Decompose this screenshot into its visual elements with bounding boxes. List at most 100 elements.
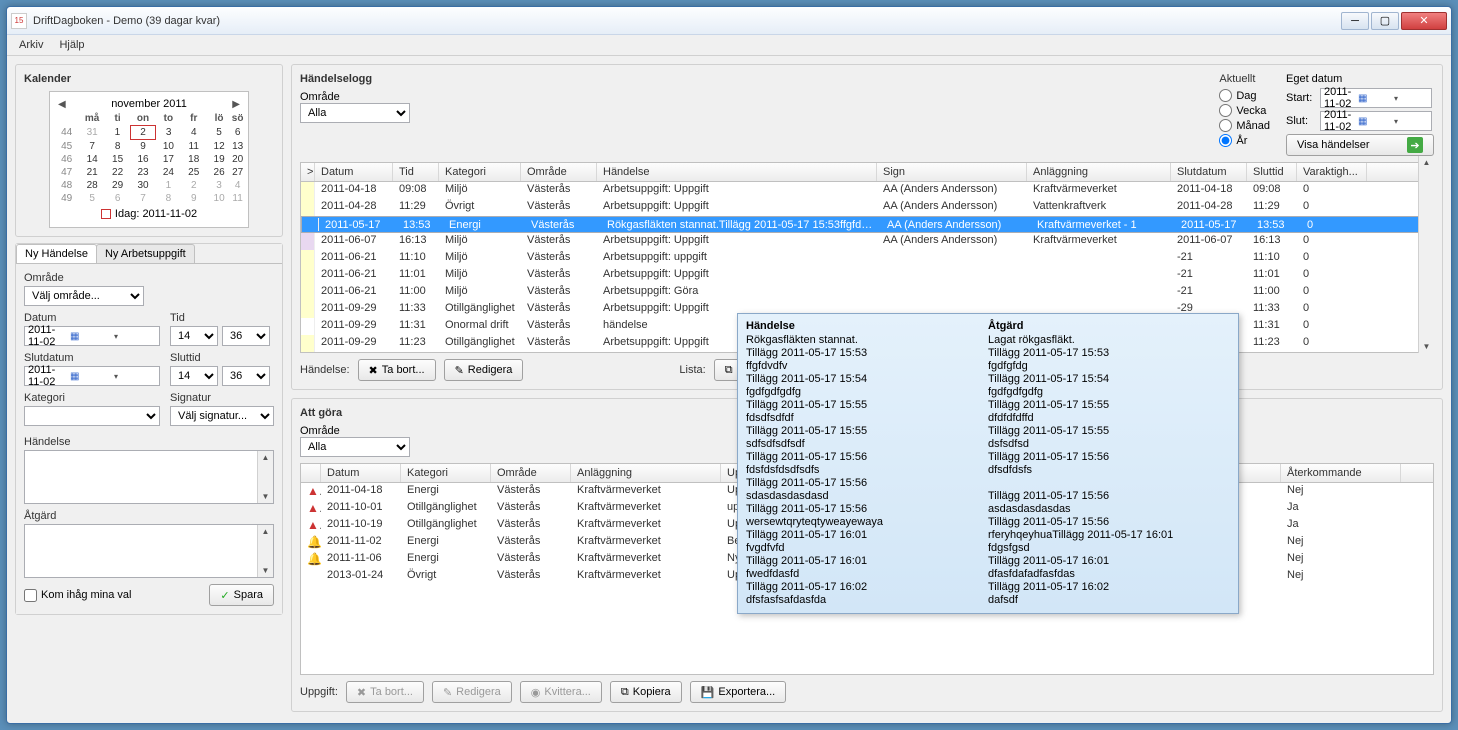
cal-day[interactable]: 25 bbox=[181, 166, 206, 179]
export-task-button[interactable]: 💾Exportera... bbox=[690, 681, 787, 703]
scrollbar[interactable] bbox=[257, 451, 273, 503]
cal-day[interactable]: 4 bbox=[181, 126, 206, 140]
cal-day[interactable]: 13 bbox=[232, 140, 244, 154]
edit-event-button[interactable]: ✎Redigera bbox=[444, 359, 524, 381]
log-col-header[interactable]: Händelse bbox=[597, 163, 877, 181]
close-button[interactable]: ✕ bbox=[1401, 12, 1447, 30]
slut-date-input[interactable]: 2011-11-02▦▾ bbox=[1320, 111, 1432, 131]
log-col-header[interactable]: Slutdatum bbox=[1171, 163, 1247, 181]
cal-day[interactable]: 31 bbox=[79, 126, 105, 140]
cal-day[interactable]: 11 bbox=[181, 140, 206, 154]
todo-col-header[interactable]: Återkommande bbox=[1281, 464, 1401, 482]
todo-col-header[interactable]: Område bbox=[491, 464, 571, 482]
radio-vecka[interactable]: Vecka bbox=[1219, 104, 1270, 117]
scrollbar[interactable] bbox=[257, 525, 273, 577]
cal-day[interactable]: 27 bbox=[232, 166, 244, 179]
log-col-header[interactable]: Datum bbox=[315, 163, 393, 181]
menu-arkiv[interactable]: Arkiv bbox=[19, 39, 43, 51]
radio-ar[interactable]: År bbox=[1219, 134, 1270, 147]
cal-day[interactable]: 21 bbox=[79, 166, 105, 179]
log-col-header[interactable]: Anläggning bbox=[1027, 163, 1171, 181]
start-date-input[interactable]: 2011-11-02▦▾ bbox=[1320, 88, 1432, 108]
cal-day[interactable]: 19 bbox=[206, 153, 231, 166]
copy-task-button[interactable]: ⧉Kopiera bbox=[610, 681, 682, 703]
cal-day[interactable]: 17 bbox=[156, 153, 181, 166]
minimize-button[interactable]: ─ bbox=[1341, 12, 1369, 30]
cal-day[interactable]: 3 bbox=[206, 179, 231, 192]
cal-day[interactable]: 6 bbox=[105, 192, 130, 205]
cal-day[interactable]: 16 bbox=[130, 153, 155, 166]
log-row[interactable]: 2011-04-2811:29ÖvrigtVästeråsArbetsuppgi… bbox=[301, 199, 1433, 216]
omrade-select[interactable]: Välj område... bbox=[24, 286, 144, 306]
cal-day[interactable]: 5 bbox=[79, 192, 105, 205]
log-col-header[interactable]: > bbox=[301, 163, 315, 181]
cal-day[interactable]: 9 bbox=[130, 140, 155, 154]
cal-day[interactable]: 10 bbox=[206, 192, 231, 205]
scrollbar[interactable] bbox=[1418, 156, 1434, 353]
cal-day[interactable]: 22 bbox=[105, 166, 130, 179]
delete-task-button[interactable]: ✖Ta bort... bbox=[346, 681, 424, 703]
ack-task-button[interactable]: ◉Kvittera... bbox=[520, 681, 602, 703]
handelse-textarea[interactable] bbox=[24, 450, 274, 504]
log-row[interactable]: 2011-04-1809:08MiljöVästeråsArbetsuppgif… bbox=[301, 182, 1433, 199]
cal-day[interactable]: 2 bbox=[130, 126, 155, 140]
cal-day[interactable]: 11 bbox=[232, 192, 244, 205]
log-row[interactable]: 2011-06-2111:01MiljöVästeråsArbetsuppgif… bbox=[301, 267, 1433, 284]
menu-hjalp[interactable]: Hjälp bbox=[59, 39, 84, 51]
cal-day[interactable]: 12 bbox=[206, 140, 231, 154]
cal-day[interactable]: 8 bbox=[156, 192, 181, 205]
log-row[interactable]: 2011-05-1713:53EnergiVästeråsRökgasfläkt… bbox=[301, 216, 1433, 233]
cal-day[interactable]: 24 bbox=[156, 166, 181, 179]
cal-day[interactable]: 23 bbox=[130, 166, 155, 179]
log-col-header[interactable]: Tid bbox=[393, 163, 439, 181]
cal-day[interactable]: 15 bbox=[105, 153, 130, 166]
sluttid-hour[interactable]: 14 bbox=[170, 366, 218, 386]
show-events-button[interactable]: Visa händelser➔ bbox=[1286, 134, 1434, 156]
cal-day[interactable]: 5 bbox=[206, 126, 231, 140]
cal-day[interactable]: 29 bbox=[105, 179, 130, 192]
kategori-select[interactable] bbox=[24, 406, 160, 426]
log-row[interactable]: 2011-06-2111:00MiljöVästeråsArbetsuppgif… bbox=[301, 284, 1433, 301]
cal-prev-icon[interactable]: ◀ bbox=[58, 99, 66, 110]
cal-day[interactable]: 14 bbox=[79, 153, 105, 166]
todo-col-header[interactable]: Anläggning bbox=[571, 464, 721, 482]
log-omrade-select[interactable]: Alla bbox=[300, 103, 410, 123]
log-col-header[interactable]: Sluttid bbox=[1247, 163, 1297, 181]
cal-day[interactable]: 18 bbox=[181, 153, 206, 166]
cal-day[interactable]: 1 bbox=[105, 126, 130, 140]
cal-day[interactable]: 9 bbox=[181, 192, 206, 205]
cal-day[interactable]: 7 bbox=[79, 140, 105, 154]
maximize-button[interactable]: ▢ bbox=[1371, 12, 1399, 30]
log-row[interactable]: 2011-06-2111:10MiljöVästeråsArbetsuppgif… bbox=[301, 250, 1433, 267]
signatur-select[interactable]: Välj signatur... bbox=[170, 406, 274, 426]
log-col-header[interactable]: Varaktigh... bbox=[1297, 163, 1367, 181]
log-col-header[interactable]: Kategori bbox=[439, 163, 521, 181]
slutdatum-input[interactable]: 2011-11-02▦▾ bbox=[24, 366, 160, 386]
cal-day[interactable]: 3 bbox=[156, 126, 181, 140]
log-col-header[interactable]: Område bbox=[521, 163, 597, 181]
cal-day[interactable]: 28 bbox=[79, 179, 105, 192]
todo-omrade-select[interactable]: Alla bbox=[300, 437, 410, 457]
cal-day[interactable]: 2 bbox=[181, 179, 206, 192]
calendar-widget[interactable]: ◀ november 2011 ▶ måtiontofrlösö 4431123… bbox=[49, 91, 249, 228]
cal-day[interactable]: 20 bbox=[232, 153, 244, 166]
todo-col-header[interactable]: Datum bbox=[321, 464, 401, 482]
cal-day[interactable]: 10 bbox=[156, 140, 181, 154]
todo-col-header[interactable] bbox=[301, 464, 321, 482]
tid-min[interactable]: 36 bbox=[222, 326, 270, 346]
tab-ny-handelse[interactable]: Ny Händelse bbox=[16, 244, 97, 263]
tid-hour[interactable]: 14 bbox=[170, 326, 218, 346]
cal-day[interactable]: 26 bbox=[206, 166, 231, 179]
cal-day[interactable]: 8 bbox=[105, 140, 130, 154]
radio-manad[interactable]: Månad bbox=[1219, 119, 1270, 132]
cal-day[interactable]: 7 bbox=[130, 192, 155, 205]
cal-today-label[interactable]: Idag: 2011-11-02 bbox=[115, 208, 197, 220]
cal-day[interactable]: 1 bbox=[156, 179, 181, 192]
cal-day[interactable]: 4 bbox=[232, 179, 244, 192]
cal-next-icon[interactable]: ▶ bbox=[232, 99, 240, 110]
todo-col-header[interactable]: Kategori bbox=[401, 464, 491, 482]
log-row[interactable]: 2011-06-0716:13MiljöVästeråsArbetsuppgif… bbox=[301, 233, 1433, 250]
tab-ny-arbetsuppgift[interactable]: Ny Arbetsuppgift bbox=[96, 244, 195, 263]
radio-dag[interactable]: Dag bbox=[1219, 89, 1270, 102]
datum-input[interactable]: 2011-11-02▦▾ bbox=[24, 326, 160, 346]
